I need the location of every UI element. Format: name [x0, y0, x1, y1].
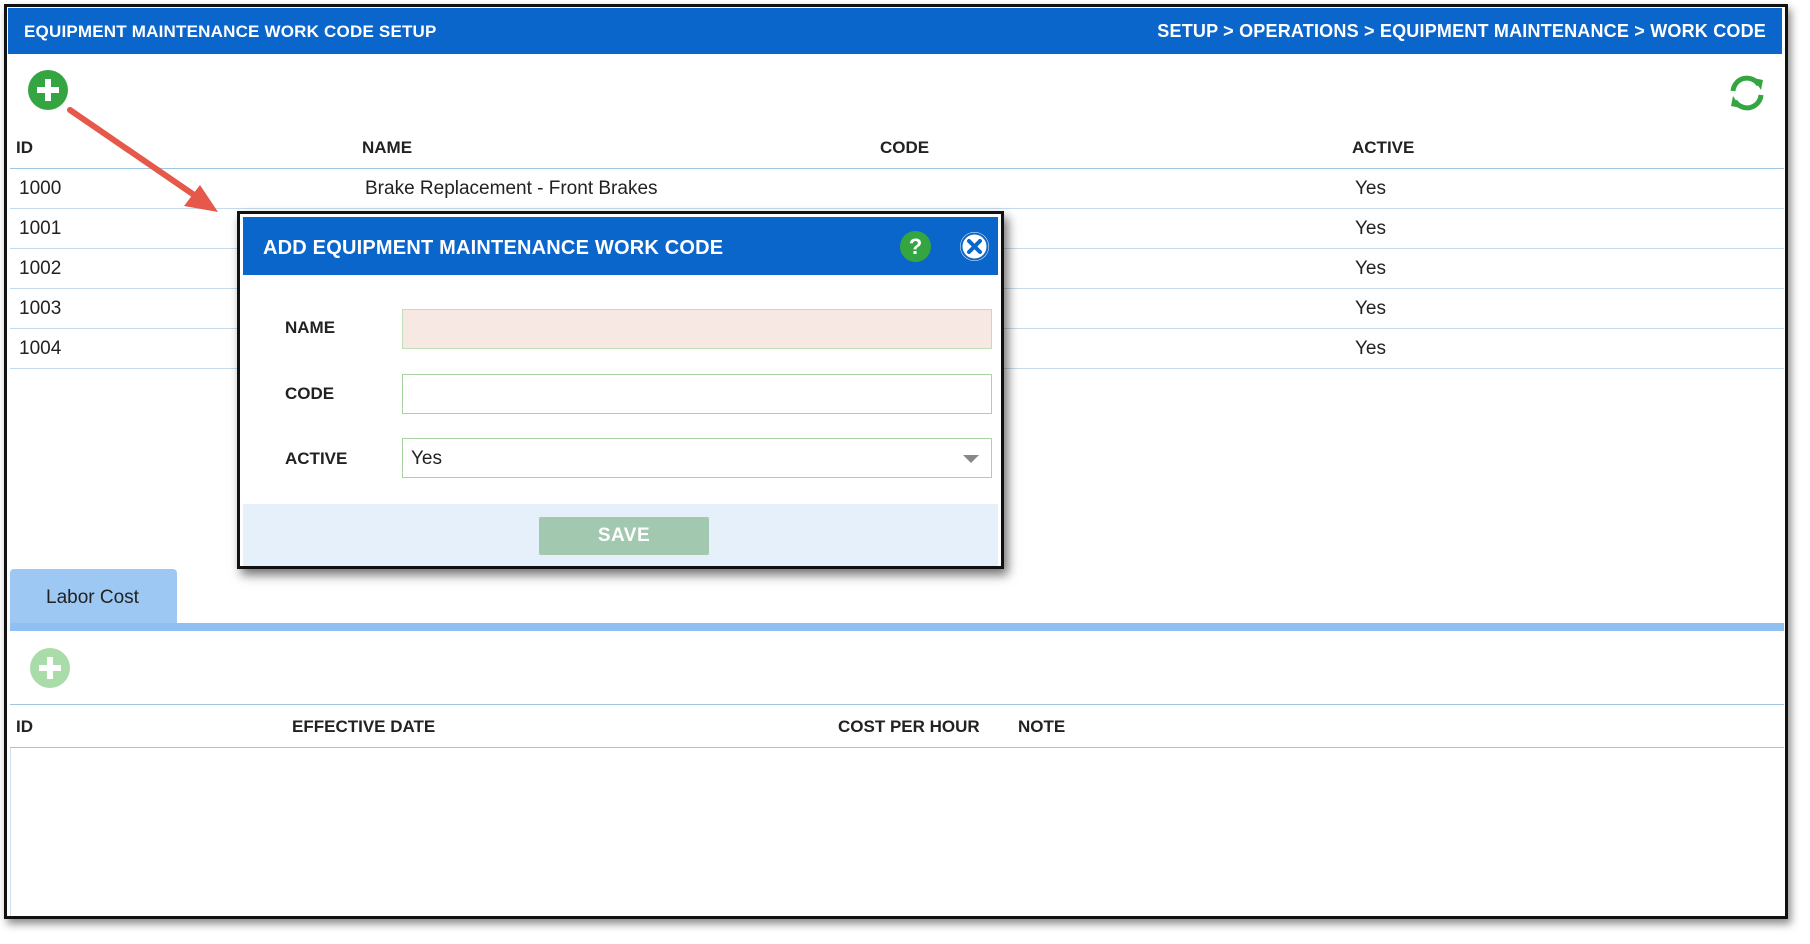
active-select[interactable]: Yes	[402, 438, 992, 478]
refresh-button[interactable]	[1726, 72, 1768, 114]
add-work-code-button[interactable]	[28, 70, 68, 110]
code-field[interactable]	[402, 374, 992, 414]
code-label: CODE	[285, 384, 335, 403]
tab-strip	[10, 623, 1784, 631]
close-button[interactable]	[960, 232, 989, 261]
cell-id: 1004	[19, 338, 62, 359]
active-label: ACTIVE	[285, 449, 348, 468]
col-name[interactable]: NAME	[362, 138, 412, 158]
cell-id: 1003	[19, 298, 62, 319]
close-icon	[960, 232, 989, 261]
add-work-code-dialog: ADD EQUIPMENT MAINTENANCE WORK CODE ? NA…	[237, 211, 1004, 569]
cell-active: Yes	[1355, 258, 1386, 279]
cell-id: 1002	[19, 258, 62, 279]
add-labor-cost-button[interactable]	[30, 648, 70, 688]
labor-cost-table-header: ID EFFECTIVE DATE COST PER HOUR NOTE	[10, 705, 1784, 748]
page-title: EQUIPMENT MAINTENANCE WORK CODE SETUP	[24, 22, 437, 41]
col-effective-date[interactable]: EFFECTIVE DATE	[292, 717, 435, 737]
col-note[interactable]: NOTE	[1018, 717, 1065, 737]
dialog-title: ADD EQUIPMENT MAINTENANCE WORK CODE	[263, 237, 724, 259]
plus-icon	[37, 79, 59, 101]
chevron-down-icon[interactable]	[963, 455, 979, 463]
work-code-table-header: ID NAME CODE ACTIVE	[10, 130, 1784, 169]
dialog-footer: SAVE	[243, 504, 998, 566]
cell-name: Brake Replacement - Front Brakes	[365, 178, 658, 199]
cell-active: Yes	[1355, 178, 1386, 199]
refresh-icon	[1730, 75, 1764, 111]
help-icon[interactable]: ?	[900, 231, 931, 262]
active-select-value: Yes	[411, 448, 442, 469]
cell-id: 1001	[19, 218, 62, 239]
name-field[interactable]	[402, 309, 992, 349]
save-button[interactable]: SAVE	[539, 517, 709, 555]
tab-labor-cost[interactable]: Labor Cost	[10, 569, 177, 623]
cell-active: Yes	[1355, 298, 1386, 319]
tab-label: Labor Cost	[46, 587, 139, 608]
plus-icon	[39, 657, 61, 679]
dialog-header: ADD EQUIPMENT MAINTENANCE WORK CODE ?	[243, 217, 998, 275]
col-id[interactable]: ID	[16, 138, 33, 158]
col-active[interactable]: ACTIVE	[1352, 138, 1414, 158]
col-id[interactable]: ID	[16, 717, 33, 737]
labor-cost-table-body	[10, 748, 1785, 916]
name-label: NAME	[285, 318, 336, 337]
breadcrumb[interactable]: SETUP > OPERATIONS > EQUIPMENT MAINTENAN…	[1157, 21, 1766, 42]
col-code[interactable]: CODE	[880, 138, 929, 158]
cell-id: 1000	[19, 178, 62, 199]
page-header: EQUIPMENT MAINTENANCE WORK CODE SETUP SE…	[8, 8, 1782, 54]
table-row[interactable]: 1000 Brake Replacement - Front Brakes Ye…	[10, 169, 1784, 209]
cell-active: Yes	[1355, 218, 1386, 239]
cell-active: Yes	[1355, 338, 1386, 359]
col-cost-per-hour[interactable]: COST PER HOUR	[838, 717, 980, 737]
